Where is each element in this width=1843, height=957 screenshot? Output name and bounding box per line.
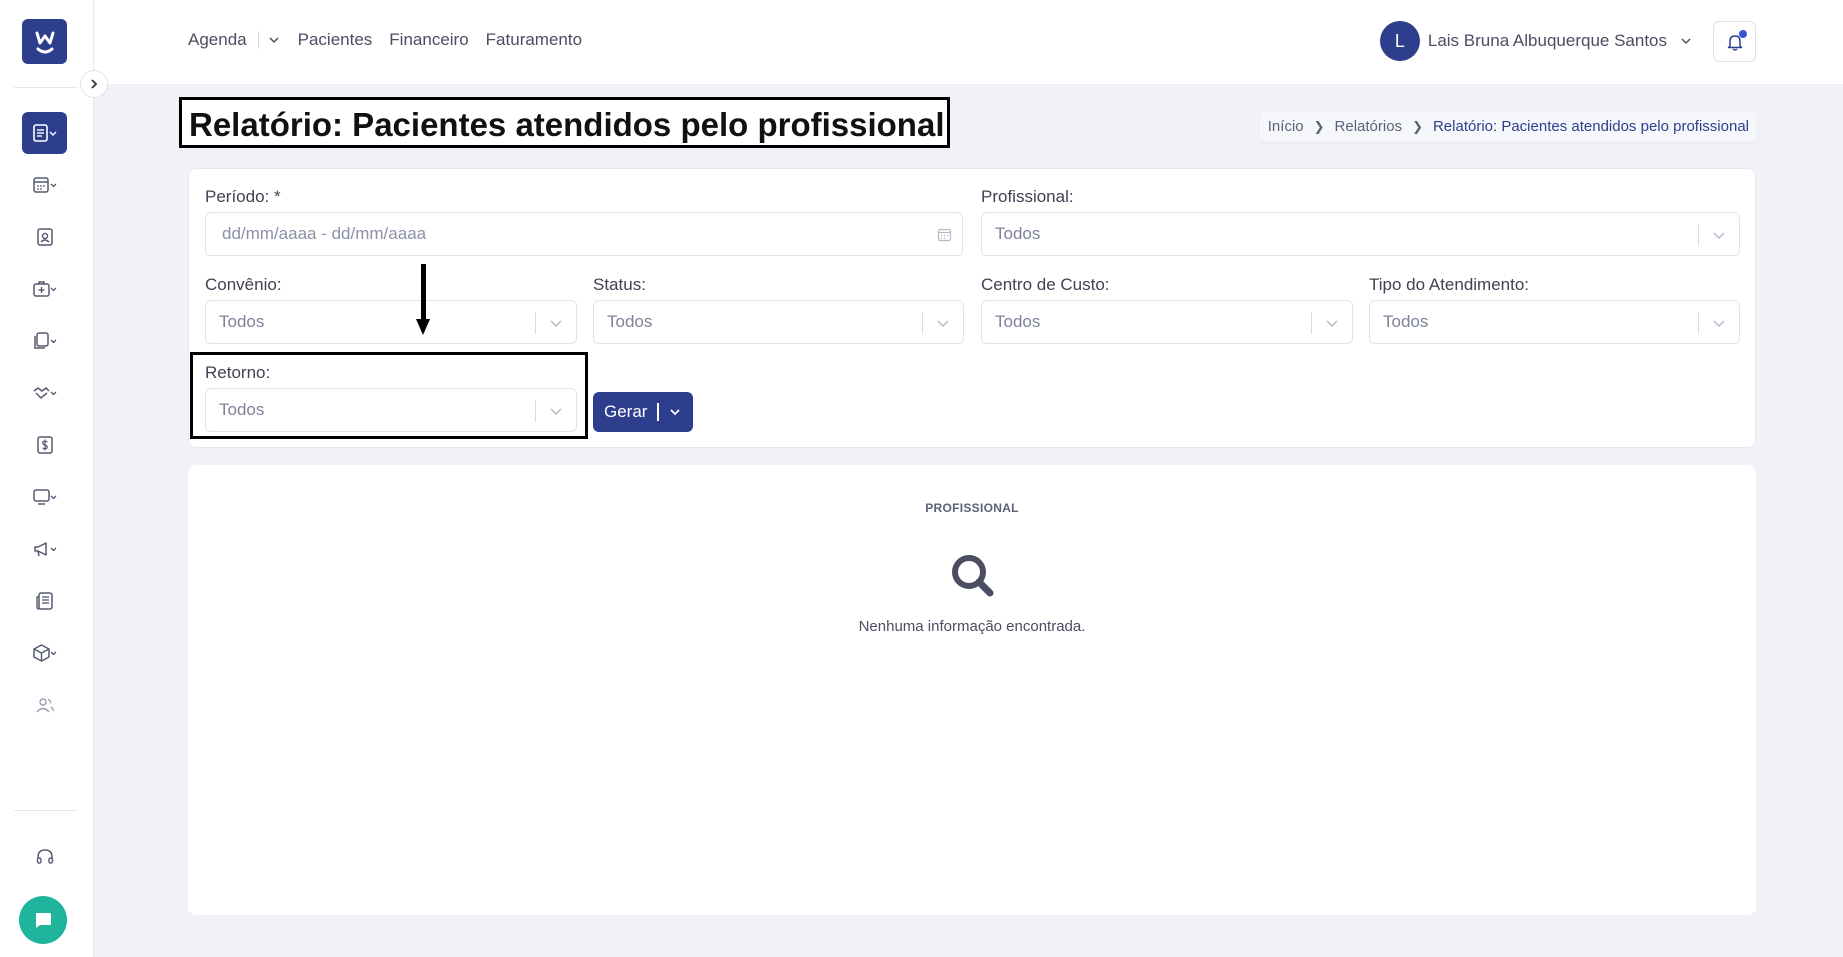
status-select[interactable]: Todos (593, 300, 964, 344)
chat-icon (36, 913, 51, 928)
medical-bag-icon (32, 281, 56, 297)
annotation-arrow (421, 264, 426, 321)
chat-button[interactable] (19, 896, 67, 944)
select-divider (535, 312, 536, 334)
newspaper-icon (35, 592, 53, 610)
sidebar-item-reports[interactable] (22, 112, 67, 154)
calendar-icon (32, 177, 56, 193)
sidebar-item-monitor[interactable] (22, 476, 67, 518)
breadcrumb-item-relatorios[interactable]: Relatórios (1335, 118, 1403, 135)
status-label: Status: (593, 275, 646, 294)
nav-separator (257, 31, 259, 49)
nav-item-faturamento[interactable]: Faturamento (486, 30, 582, 50)
sidebar-toggle-button[interactable] (80, 70, 108, 98)
convenio-label: Convênio: (205, 275, 282, 294)
box-icon (32, 644, 56, 662)
gerar-label: Gerar (604, 402, 648, 421)
user-menu[interactable]: L Lais Bruna Albuquerque Santos (1379, 21, 1693, 61)
sidebar-item-medical[interactable] (22, 268, 67, 310)
results-card: PROFISSIONAL Nenhuma informação encontra… (188, 465, 1756, 915)
sidebar-item-users[interactable] (22, 684, 67, 726)
periodo-placeholder: dd/mm/aaaa - dd/mm/aaaa (222, 224, 427, 243)
profissional-value: Todos (995, 224, 1041, 243)
chevron-down-icon (1713, 320, 1725, 328)
sidebar-divider (14, 810, 78, 811)
chevron-down-icon (550, 320, 562, 328)
select-divider (922, 312, 923, 334)
monitor-icon (32, 489, 56, 505)
avatar: L (1379, 21, 1420, 61)
nav-item-agenda[interactable]: Agenda (188, 30, 247, 50)
chevron-right-icon (91, 79, 98, 89)
sidebar (0, 0, 94, 957)
sidebar-item-agreements[interactable] (22, 372, 67, 414)
periodo-label: Período: * (205, 187, 281, 206)
sidebar-divider (14, 87, 78, 88)
select-divider (1698, 312, 1699, 334)
dollar-icon (36, 436, 53, 454)
user-name: Lais Bruna Albuquerque Santos (1427, 31, 1667, 50)
page-title: Relatório: Pacientes atendidos pelo prof… (179, 97, 950, 148)
nav-item-pacientes[interactable]: Pacientes (298, 30, 373, 50)
sidebar-item-news[interactable] (22, 580, 67, 622)
chevron-down-icon (937, 320, 949, 328)
annotation-highlight-box (190, 352, 588, 439)
button-divider (657, 403, 660, 421)
breadcrumb-item-inicio[interactable]: Início (1268, 118, 1304, 135)
chevron-down-icon (1713, 232, 1725, 240)
reports-icon (32, 124, 56, 142)
tipo-atendimento-select[interactable]: Todos (1369, 300, 1740, 344)
calendar-icon (937, 228, 952, 242)
handshake-icon (33, 387, 56, 400)
profissional-select[interactable]: Todos (981, 212, 1740, 256)
nav-item-financeiro[interactable]: Financeiro (389, 30, 468, 50)
sidebar-item-financial[interactable] (22, 424, 67, 466)
chevron-down-icon (1326, 320, 1338, 328)
empty-state-message: Nenhuma informação encontrada. (858, 618, 1086, 635)
chevron-right-icon: ❯ (1412, 118, 1423, 134)
status-value: Todos (607, 312, 653, 331)
main-nav: Agenda Pacientes Financeiro Faturamento (188, 30, 599, 50)
annotation-arrow-head (416, 319, 430, 335)
headset-icon (36, 849, 53, 864)
centro-custo-select[interactable]: Todos (981, 300, 1353, 344)
notification-dot (1739, 30, 1747, 38)
results-column-header: PROFISSIONAL (925, 501, 1019, 515)
megaphone-icon (33, 542, 56, 557)
sidebar-item-patients[interactable] (22, 216, 67, 258)
gerar-button[interactable]: Gerar (593, 392, 693, 432)
notifications-button[interactable] (1713, 21, 1756, 62)
logo-mark (35, 31, 54, 53)
convenio-value: Todos (219, 312, 265, 331)
sidebar-item-documents[interactable] (22, 320, 67, 362)
documents-icon (33, 332, 56, 349)
tipo-atendimento-value: Todos (1383, 312, 1429, 331)
sidebar-item-inventory[interactable] (22, 632, 67, 674)
periodo-input[interactable]: dd/mm/aaaa - dd/mm/aaaa (205, 212, 963, 256)
patient-card-icon (36, 228, 53, 246)
select-divider (1311, 312, 1312, 334)
breadcrumb: Início ❯ Relatórios ❯ Relatório: Pacient… (1259, 111, 1757, 142)
breadcrumb-item-current: Relatório: Pacientes atendidos pelo prof… (1432, 118, 1749, 135)
convenio-select[interactable]: Todos (205, 300, 577, 344)
chevron-down-icon (1681, 38, 1691, 45)
centro-custo-value: Todos (995, 312, 1041, 331)
search-icon (952, 555, 994, 597)
select-divider (1698, 224, 1699, 246)
sidebar-item-support[interactable] (22, 836, 67, 878)
centro-custo-label: Centro de Custo: (981, 275, 1110, 294)
chevron-right-icon: ❯ (1313, 118, 1325, 134)
chevron-down-icon[interactable] (267, 33, 281, 47)
sidebar-item-calendar[interactable] (22, 164, 67, 206)
app-logo[interactable] (22, 19, 67, 64)
top-bar: Agenda Pacientes Financeiro Faturamento … (94, 0, 1843, 85)
profissional-label: Profissional: (981, 187, 1074, 206)
users-icon (35, 698, 54, 713)
chevron-down-icon[interactable] (669, 406, 681, 418)
sidebar-item-marketing[interactable] (22, 528, 67, 570)
tipo-atendimento-label: Tipo do Atendimento: (1369, 275, 1530, 294)
